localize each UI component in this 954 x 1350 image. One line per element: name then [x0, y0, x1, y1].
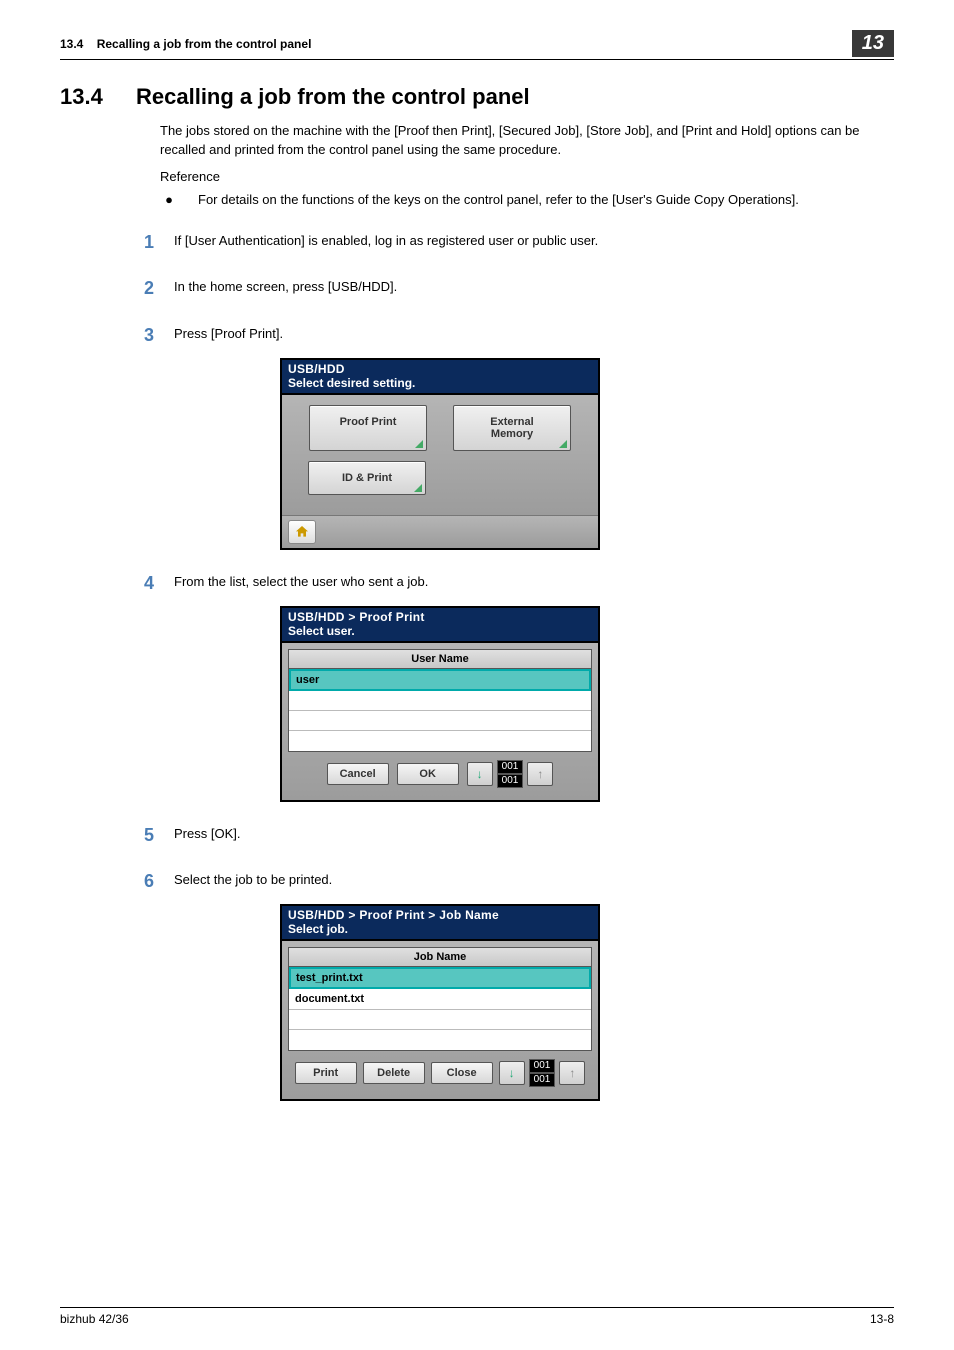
- user-list: user: [288, 669, 592, 752]
- proof-print-button[interactable]: Proof Print: [309, 405, 427, 451]
- header-section-ref: 13.4 Recalling a job from the control pa…: [60, 37, 852, 51]
- bullet-row: ● For details on the functions of the ke…: [160, 191, 900, 210]
- intro-text: The jobs stored on the machine with the …: [160, 122, 900, 160]
- section-heading: 13.4 Recalling a job from the control pa…: [60, 84, 894, 110]
- section-number: 13.4: [60, 84, 112, 110]
- header-sec-title: Recalling a job from the control panel: [97, 37, 312, 51]
- user-list-item[interactable]: user: [289, 669, 591, 691]
- user-list-item[interactable]: [289, 691, 591, 711]
- step-4-num: 4: [136, 570, 154, 596]
- panel3-subtitle: Select job.: [282, 922, 598, 939]
- step-1-text: If [User Authentication] is enabled, log…: [174, 229, 900, 251]
- user-list-item[interactable]: [289, 731, 591, 751]
- scroll-up-button[interactable]: ↑: [527, 762, 553, 786]
- corner-icon: [414, 484, 422, 492]
- scroll-down-button[interactable]: ↓: [467, 762, 493, 786]
- job-list-header: Job Name: [288, 947, 592, 967]
- step-2-num: 2: [136, 275, 154, 301]
- job-list-item[interactable]: document.txt: [289, 989, 591, 1010]
- panel2-title: USB/HDD > Proof Print: [282, 608, 598, 624]
- count-current: 001: [529, 1059, 556, 1073]
- panel1-title: USB/HDD: [282, 360, 598, 376]
- job-list-item[interactable]: [289, 1030, 591, 1050]
- ok-button[interactable]: OK: [397, 763, 459, 785]
- home-button[interactable]: [288, 520, 316, 544]
- panel-usb-hdd: USB/HDD Select desired setting. Proof Pr…: [280, 358, 600, 550]
- step-4-text: From the list, select the user who sent …: [174, 570, 900, 592]
- scroll-down-button[interactable]: ↓: [499, 1061, 525, 1085]
- scroll-up-button[interactable]: ↑: [559, 1061, 585, 1085]
- page-footer: bizhub 42/36 13-8: [60, 1307, 894, 1326]
- proof-print-label: Proof Print: [340, 416, 397, 428]
- home-icon: [294, 524, 310, 540]
- chapter-badge: 13: [852, 30, 894, 57]
- corner-icon: [559, 440, 567, 448]
- step-5-text: Press [OK].: [174, 822, 900, 844]
- panel2-subtitle: Select user.: [282, 624, 598, 641]
- id-print-label: ID & Print: [342, 472, 392, 484]
- panel-select-user: USB/HDD > Proof Print Select user. User …: [280, 606, 600, 802]
- step-3: 3 Press [Proof Print].: [136, 322, 900, 348]
- external-memory-label: External Memory: [490, 416, 533, 440]
- step-2: 2 In the home screen, press [USB/HDD].: [136, 275, 900, 301]
- page-counter: 001 001: [529, 1059, 556, 1087]
- job-list-item[interactable]: [289, 1010, 591, 1030]
- step-3-text: Press [Proof Print].: [174, 322, 900, 344]
- user-list-item[interactable]: [289, 711, 591, 731]
- arrow-up-icon: ↑: [537, 767, 543, 781]
- count-total: 001: [497, 774, 524, 788]
- count-total: 001: [529, 1073, 556, 1087]
- reference-label: Reference: [160, 168, 900, 187]
- step-5: 5 Press [OK].: [136, 822, 900, 848]
- count-current: 001: [497, 760, 524, 774]
- step-6-text: Select the job to be printed.: [174, 868, 900, 890]
- step-1-num: 1: [136, 229, 154, 255]
- footer-left: bizhub 42/36: [60, 1312, 129, 1326]
- external-memory-button[interactable]: External Memory: [453, 405, 571, 451]
- user-list-header: User Name: [288, 649, 592, 669]
- step-6-num: 6: [136, 868, 154, 894]
- footer-right: 13-8: [870, 1312, 894, 1326]
- panel1-subtitle: Select desired setting.: [282, 376, 598, 393]
- print-button[interactable]: Print: [295, 1062, 357, 1084]
- panel-select-job: USB/HDD > Proof Print > Job Name Select …: [280, 904, 600, 1101]
- id-print-button[interactable]: ID & Print: [308, 461, 426, 495]
- job-list: test_print.txt document.txt: [288, 967, 592, 1051]
- cancel-button[interactable]: Cancel: [327, 763, 389, 785]
- arrow-down-icon: ↓: [509, 1066, 515, 1080]
- panel3-title: USB/HDD > Proof Print > Job Name: [282, 906, 598, 922]
- step-6: 6 Select the job to be printed.: [136, 868, 900, 894]
- header-sec-num: 13.4: [60, 37, 83, 51]
- bullet-dot: ●: [160, 191, 178, 210]
- section-title: Recalling a job from the control panel: [136, 84, 530, 110]
- bullet-text: For details on the functions of the keys…: [198, 191, 900, 210]
- delete-button[interactable]: Delete: [363, 1062, 425, 1084]
- arrow-up-icon: ↑: [569, 1066, 575, 1080]
- step-2-text: In the home screen, press [USB/HDD].: [174, 275, 900, 297]
- job-list-item[interactable]: test_print.txt: [289, 967, 591, 989]
- step-1: 1 If [User Authentication] is enabled, l…: [136, 229, 900, 255]
- close-button[interactable]: Close: [431, 1062, 493, 1084]
- corner-icon: [415, 440, 423, 448]
- page-counter: 001 001: [497, 760, 524, 788]
- step-4: 4 From the list, select the user who sen…: [136, 570, 900, 596]
- step-5-num: 5: [136, 822, 154, 848]
- page-header: 13.4 Recalling a job from the control pa…: [60, 30, 894, 60]
- arrow-down-icon: ↓: [477, 767, 483, 781]
- step-3-num: 3: [136, 322, 154, 348]
